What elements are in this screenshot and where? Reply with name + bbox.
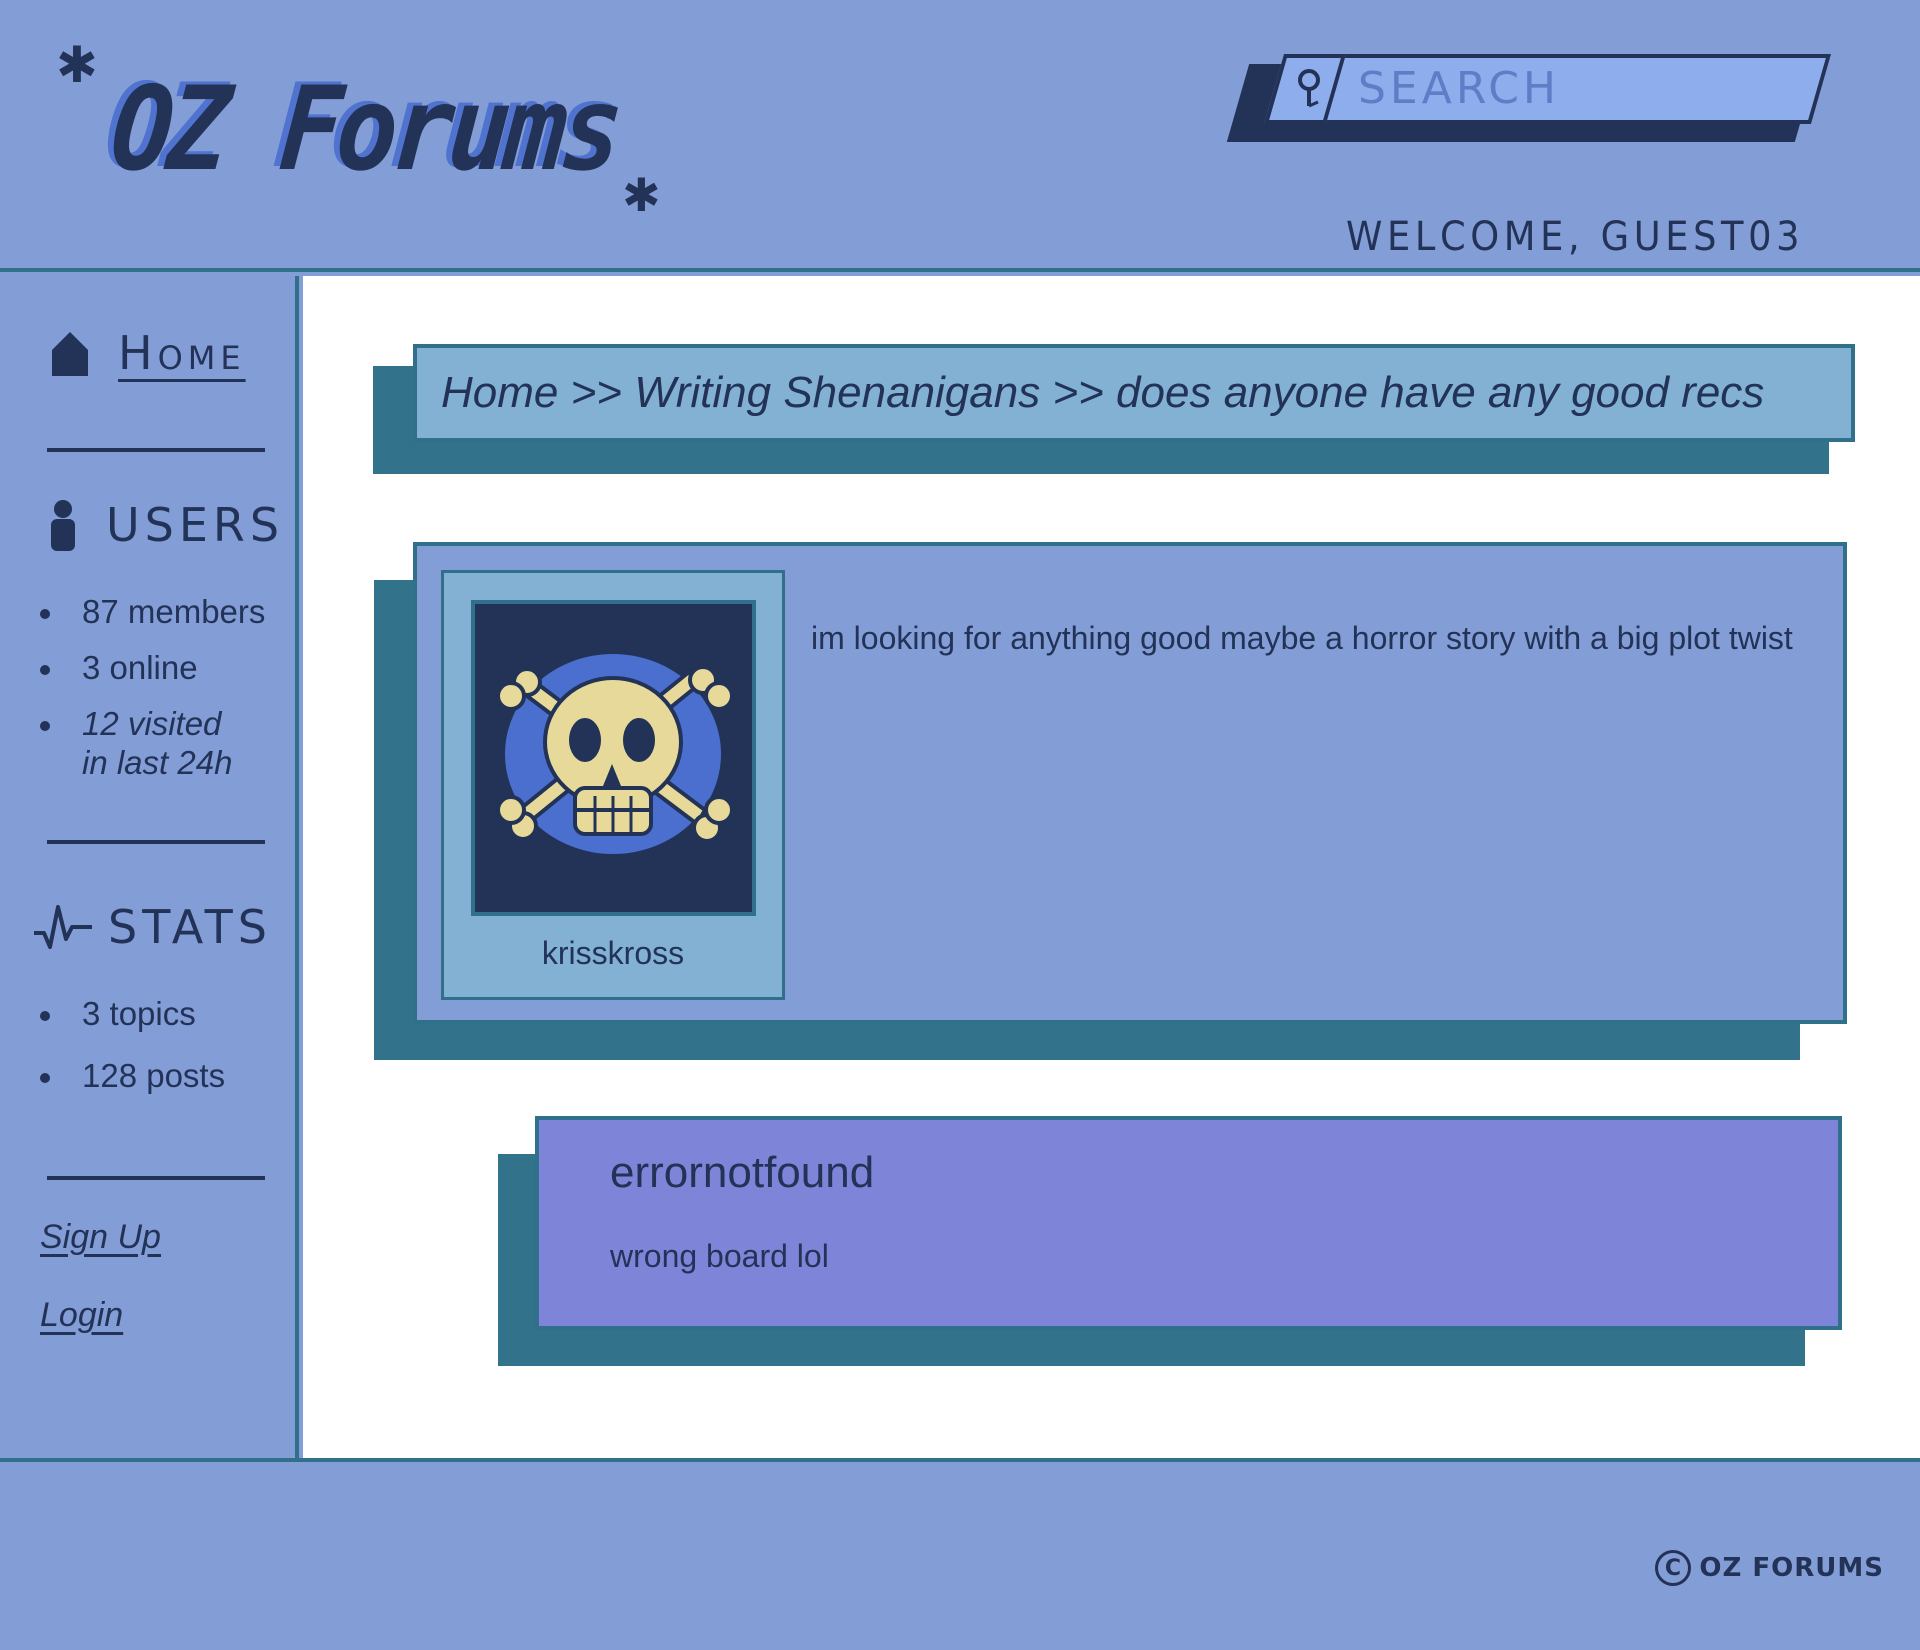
activity-icon — [34, 905, 92, 949]
site-logo[interactable]: OZ Forums — [106, 62, 623, 197]
star-icon: ✱ — [622, 168, 661, 222]
header: ✱ ✱ OZ Forums Welcome, Guest03 — [0, 0, 1920, 272]
sidebar-section-label: Stats — [108, 900, 272, 954]
sidebar-section-stats[interactable]: Stats — [32, 900, 272, 954]
user-card[interactable]: krisskross — [441, 570, 785, 1000]
sidebar-item-home[interactable]: Home — [48, 326, 246, 380]
reply-body: wrong board lol — [610, 1238, 829, 1274]
footer: C OZ Forums — [0, 1458, 1920, 1650]
list-item: 3 online — [36, 648, 265, 687]
copyright-text: OZ Forums — [1699, 1553, 1884, 1583]
copyright: C OZ Forums — [1655, 1550, 1884, 1586]
reply-username[interactable]: errornotfound — [610, 1148, 874, 1198]
list-item: 3 topics — [36, 994, 225, 1033]
skull-crossbones-icon — [496, 654, 734, 854]
sign-up-link[interactable]: Sign Up — [40, 1218, 161, 1257]
sidebar-section-label: Users — [106, 498, 285, 552]
breadcrumb[interactable]: Home >> Writing Shenanigans >> does anyo… — [413, 344, 1855, 442]
copyright-icon: C — [1655, 1550, 1692, 1586]
sidebar-section-users[interactable]: Users — [48, 498, 284, 552]
stats-list: 3 topics 128 posts — [36, 994, 225, 1095]
reply-card: errornotfound wrong board lol — [535, 1116, 1842, 1330]
star-icon: ✱ — [56, 36, 98, 94]
sidebar-item-label: Home — [118, 326, 246, 380]
home-icon — [52, 332, 88, 376]
user-icon — [51, 500, 75, 551]
post-body: im looking for anything good maybe a hor… — [811, 620, 1793, 656]
login-link[interactable]: Login — [40, 1296, 123, 1335]
sidebar: Home Users 87 members 3 online 12 visite… — [0, 276, 299, 1462]
users-stats-list: 87 members 3 online 12 visited in last 2… — [36, 592, 265, 782]
search-input[interactable] — [1358, 62, 1788, 114]
main-content: Home >> Writing Shenanigans >> does anyo… — [303, 276, 1920, 1462]
divider — [47, 840, 265, 844]
list-item: 128 posts — [36, 1056, 225, 1095]
list-item: 12 visited in last 24h — [36, 704, 256, 782]
list-item: 87 members — [36, 592, 265, 631]
post-card: krisskross im looking for anything good … — [413, 542, 1847, 1024]
welcome-message: Welcome, Guest03 — [1346, 214, 1805, 260]
divider — [47, 448, 265, 452]
divider — [47, 1176, 265, 1180]
post-username[interactable]: krisskross — [444, 935, 782, 972]
avatar[interactable] — [471, 600, 756, 916]
search-icon[interactable] — [1292, 66, 1326, 110]
search-bar[interactable] — [1226, 50, 1838, 146]
